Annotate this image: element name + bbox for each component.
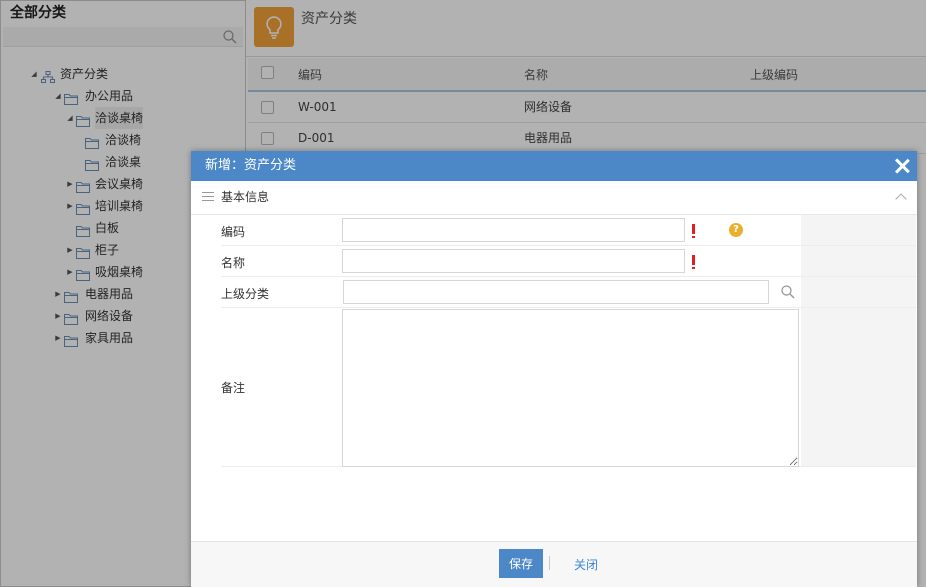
form-row-parent: 上级分类	[221, 277, 916, 308]
dialog-title-bar: 新增：资产分类	[191, 151, 917, 181]
required-mark-icon	[692, 224, 695, 238]
help-icon[interactable]: ?	[729, 223, 743, 237]
code-field[interactable]	[342, 218, 685, 242]
code-label: 编码	[221, 225, 246, 239]
required-mark-icon	[692, 255, 695, 269]
remark-field[interactable]	[342, 309, 799, 467]
form-row-remark: 备注	[221, 308, 916, 467]
save-button[interactable]: 保存	[499, 549, 543, 578]
parent-category-label: 上级分类	[221, 287, 270, 301]
dialog-title: 新增：资产分类	[205, 158, 297, 173]
close-icon[interactable]	[895, 159, 909, 173]
dialog-footer: 保存 关闭	[191, 541, 917, 587]
search-icon[interactable]	[781, 285, 795, 299]
chevron-up-icon[interactable]	[895, 193, 907, 205]
form-row-code: 编码 ?	[221, 215, 916, 246]
add-category-dialog: 新增：资产分类 基本信息 编码 ? 名称 上级分类 备注 保存 关闭	[191, 151, 917, 587]
form-row-name: 名称	[221, 246, 916, 277]
menu-icon	[202, 192, 214, 202]
section-header[interactable]: 基本信息	[191, 181, 917, 215]
parent-category-field[interactable]	[343, 280, 769, 304]
button-divider	[549, 556, 550, 570]
name-field[interactable]	[342, 249, 685, 273]
basic-info-form: 编码 ? 名称 上级分类 备注	[221, 215, 916, 467]
section-title: 基本信息	[221, 190, 270, 204]
close-button[interactable]: 关闭	[574, 556, 598, 573]
remark-label: 备注	[221, 381, 246, 395]
name-label: 名称	[221, 256, 246, 270]
